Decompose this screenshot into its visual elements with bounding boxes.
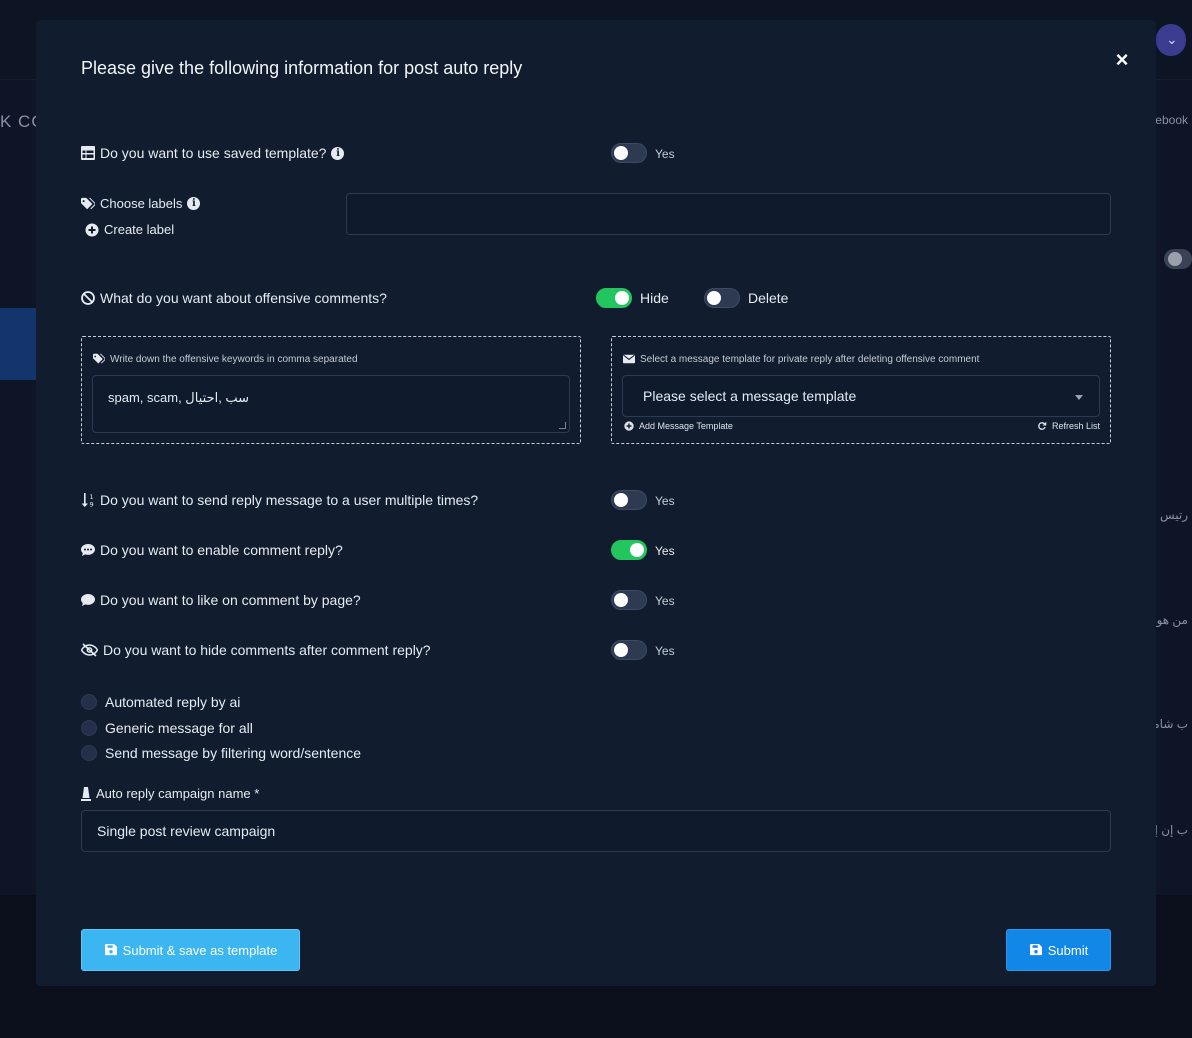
eye-slash-icon <box>81 643 98 657</box>
radio-label: Automated reply by ai <box>105 694 241 710</box>
refresh-list-text: Refresh List <box>1051 421 1100 431</box>
add-message-template-link[interactable]: Add Message Template <box>622 419 733 433</box>
background-right-text: من هو <box>1156 613 1188 627</box>
dropdown-caret-icon <box>1075 395 1083 400</box>
add-template-text: Add Message Template <box>639 421 733 431</box>
background-right-text: رتيس <box>1159 508 1188 522</box>
refresh-icon <box>1035 419 1049 433</box>
submit-button[interactable]: Submit <box>1006 929 1111 971</box>
refresh-list-link[interactable]: Refresh List <box>1035 419 1100 433</box>
radio-label: Send message by filtering word/sentence <box>105 745 362 761</box>
option-toggle-text: Yes <box>655 544 675 558</box>
toggle-knob <box>614 593 628 607</box>
info-icon[interactable]: i <box>331 146 345 160</box>
save-icon <box>104 943 118 957</box>
comment-reply-toggle[interactable] <box>611 540 647 560</box>
sort-numeric-icon: 19 <box>81 493 95 507</box>
user-menu-avatar[interactable]: ⌄ <box>1156 24 1186 56</box>
saved-template-label: Do you want to use saved template? <box>100 145 327 161</box>
close-button[interactable]: × <box>1112 49 1132 71</box>
tags-icon <box>92 352 106 366</box>
option-label: Do you want to enable comment reply? <box>100 542 343 558</box>
toggle-knob <box>614 493 628 507</box>
template-caption: Select a message template for private re… <box>622 352 979 366</box>
option-label: Do you want to like on comment by page? <box>100 592 361 608</box>
offensive-keywords-box: Write down the offensive keywords in com… <box>81 336 581 444</box>
offensive-keywords-textarea[interactable]: spam, scam, سب ,احتيال <box>92 375 570 433</box>
saved-template-row: Do you want to use saved template? i <box>81 145 345 161</box>
auto-reply-modal: Please give the following information fo… <box>36 20 1156 986</box>
toggle-knob <box>614 146 628 160</box>
option-toggle-text: Yes <box>655 494 675 508</box>
toggle-knob <box>614 643 628 657</box>
info-icon[interactable]: i <box>187 197 201 210</box>
multiple-times-toggle[interactable] <box>611 490 647 510</box>
keywords-value: spam, scam, سب ,احتيال <box>108 390 250 405</box>
envelope-icon <box>622 352 636 366</box>
toggle-knob <box>615 291 629 305</box>
table-icon <box>81 146 95 160</box>
option-row-multiple-times: 19 Do you want to send reply message to … <box>81 492 478 508</box>
chevron-down-icon: ⌄ <box>1166 31 1178 47</box>
radio-button[interactable] <box>81 720 97 736</box>
radio-button[interactable] <box>81 745 97 761</box>
message-template-box: Select a message template for private re… <box>611 336 1111 444</box>
option-toggle-text: Yes <box>655 594 675 608</box>
keywords-caption: Write down the offensive keywords in com… <box>92 352 358 366</box>
option-label: Do you want to hide comments after comme… <box>103 642 431 658</box>
offensive-label: What do you want about offensive comment… <box>100 290 387 306</box>
radio-option-generic[interactable]: Generic message for all <box>81 720 253 736</box>
radio-option-filtering[interactable]: Send message by filtering word/sentence <box>81 745 361 761</box>
saved-template-toggle-text: Yes <box>655 147 675 161</box>
offensive-row: What do you want about offensive comment… <box>81 290 387 306</box>
option-toggle-text: Yes <box>655 644 675 658</box>
saved-template-toggle[interactable] <box>611 143 647 163</box>
hide-toggle[interactable] <box>596 288 632 308</box>
choose-labels-label: Choose labels <box>100 196 183 211</box>
choose-labels-row: Choose labels i <box>81 196 201 211</box>
campaign-name-input[interactable] <box>81 810 1111 852</box>
comment-icon <box>81 593 95 607</box>
create-label-text: Create label <box>104 222 175 237</box>
submit-save-template-text: Submit & save as template <box>122 942 278 958</box>
campaign-name-row: Auto reply campaign name * <box>81 786 259 801</box>
plus-circle-icon <box>622 419 636 433</box>
comment-dots-icon <box>81 543 95 557</box>
like-comment-toggle[interactable] <box>611 590 647 610</box>
option-row-hide-comments: Do you want to hide comments after comme… <box>81 642 431 658</box>
option-label: Do you want to send reply message to a u… <box>100 492 479 508</box>
resize-handle[interactable] <box>559 422 566 429</box>
background-left-panel <box>0 80 36 895</box>
message-template-select[interactable]: Please select a message template <box>622 375 1100 417</box>
toggle-knob <box>630 543 644 557</box>
background-active-item <box>0 308 36 380</box>
modal-title: Please give the following information fo… <box>81 58 523 78</box>
ban-icon <box>81 291 95 305</box>
labels-input[interactable] <box>346 193 1111 235</box>
create-label-link[interactable]: Create label <box>85 222 174 237</box>
hide-toggle-text: Hide <box>640 290 669 306</box>
submit-text: Submit <box>1047 942 1089 958</box>
background-right-panel <box>1156 80 1192 895</box>
radio-option-ai[interactable]: Automated reply by ai <box>81 694 240 710</box>
option-row-comment-reply: Do you want to enable comment reply? <box>81 542 343 558</box>
template-caption-text: Select a message template for private re… <box>640 353 980 365</box>
submit-save-template-button[interactable]: Submit & save as template <box>81 929 300 971</box>
monument-icon <box>81 786 91 801</box>
template-select-value: Please select a message template <box>643 388 857 404</box>
svg-text:9: 9 <box>90 501 94 508</box>
tags-icon <box>81 197 95 211</box>
toggle-knob <box>707 291 721 305</box>
background-toggle <box>1164 249 1192 269</box>
radio-label: Generic message for all <box>105 720 253 736</box>
delete-toggle-text: Delete <box>748 290 789 306</box>
campaign-name-label: Auto reply campaign name * <box>96 786 260 801</box>
keywords-caption-text: Write down the offensive keywords in com… <box>110 353 358 365</box>
save-icon <box>1029 943 1043 957</box>
hide-comments-toggle[interactable] <box>611 640 647 660</box>
plus-circle-icon <box>85 223 99 237</box>
option-row-like-comment: Do you want to like on comment by page? <box>81 592 361 608</box>
radio-button[interactable] <box>81 694 97 710</box>
delete-toggle[interactable] <box>704 288 740 308</box>
